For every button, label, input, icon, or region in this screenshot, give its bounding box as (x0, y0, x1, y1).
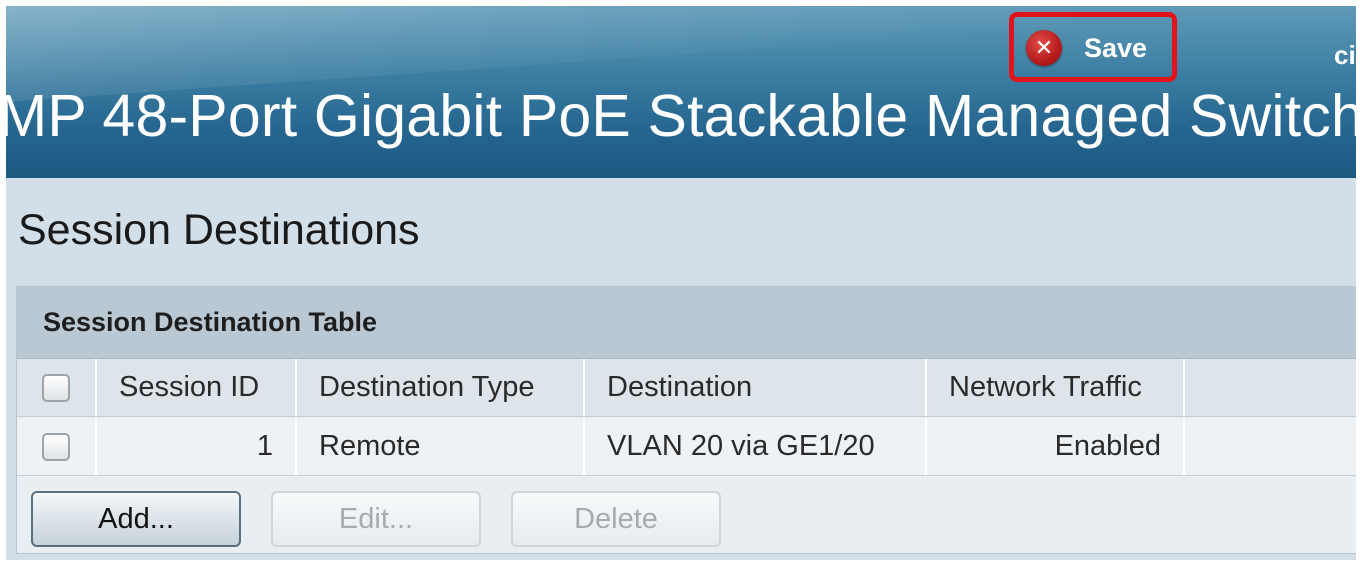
column-header-destination[interactable]: Destination (585, 359, 927, 416)
select-all-checkbox[interactable] (42, 373, 70, 402)
table-row[interactable]: 1 Remote VLAN 20 via GE1/20 Enabled (17, 418, 1356, 476)
cell-network-traffic: Enabled (927, 418, 1185, 475)
column-header-destination-type[interactable]: Destination Type (297, 359, 585, 416)
table-button-bar: Add... Edit... Delete (17, 477, 1356, 553)
app-frame: ✕ Save ci MP 48-Port Gigabit PoE Stackab… (6, 6, 1356, 560)
cell-destination-type: Remote (297, 418, 585, 475)
row-filler (1185, 418, 1356, 475)
column-header-filler (1185, 359, 1356, 416)
cell-destination: VLAN 20 via GE1/20 (585, 418, 927, 475)
cell-session-id: 1 (97, 418, 297, 475)
row-checkbox-cell (17, 418, 97, 475)
delete-button[interactable]: Delete (511, 491, 721, 547)
brand-logo-text: ci (1334, 40, 1356, 70)
page-title: Session Destinations (18, 206, 420, 254)
header-banner: ✕ Save ci MP 48-Port Gigabit PoE Stackab… (6, 6, 1356, 178)
column-header-session-id[interactable]: Session ID (97, 359, 297, 416)
column-header-network-traffic[interactable]: Network Traffic (927, 359, 1185, 416)
product-title: MP 48-Port Gigabit PoE Stackable Managed… (6, 83, 1356, 149)
table-caption: Session Destination Table (17, 287, 1356, 359)
edit-button[interactable]: Edit... (271, 491, 481, 547)
row-checkbox[interactable] (42, 432, 70, 461)
close-circle-icon: ✕ (1026, 30, 1062, 66)
table-header-row: Session ID Destination Type Destination … (17, 359, 1356, 417)
session-destination-table-panel: Session Destination Table Session ID Des… (16, 286, 1356, 554)
header-checkbox-cell (17, 359, 97, 416)
save-button[interactable]: ✕ Save (1026, 28, 1147, 68)
add-button[interactable]: Add... (31, 491, 241, 547)
save-label: Save (1084, 32, 1148, 63)
